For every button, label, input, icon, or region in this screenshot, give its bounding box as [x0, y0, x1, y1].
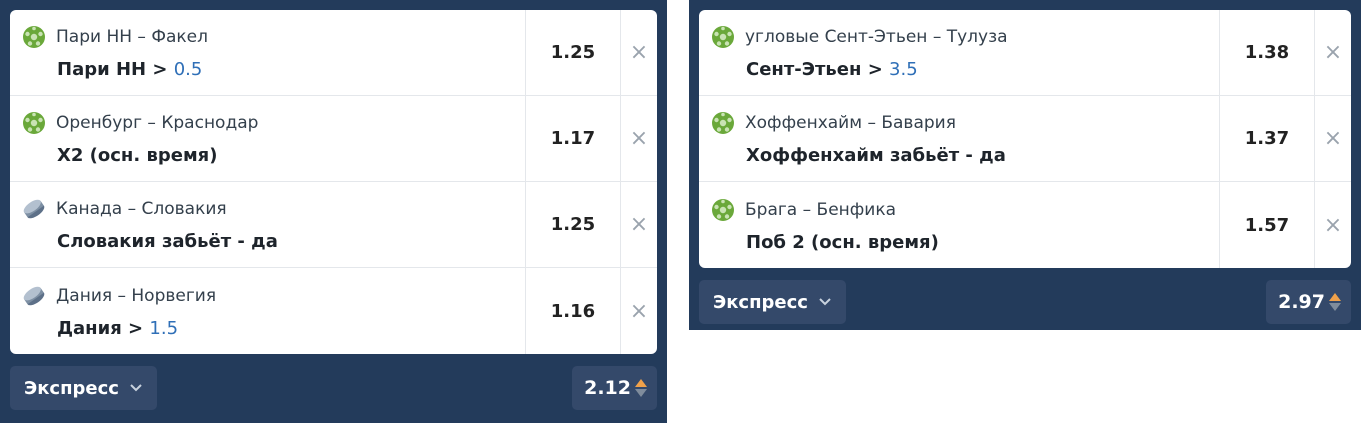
- outcome-value: 0.5: [173, 59, 203, 80]
- bet-outcome: Дания > 1.5: [57, 318, 525, 339]
- bet-match: Пари НН – Факел: [22, 25, 525, 49]
- bet-row: Оренбург – Краснодар Х2 (осн. время) 1.1…: [10, 96, 657, 182]
- close-icon: ×: [1323, 40, 1343, 65]
- bet-match: Брага – Бенфика: [711, 198, 1219, 222]
- soccer-ball-icon: [711, 111, 735, 135]
- odds-change-icon: [635, 379, 647, 397]
- bet-info: Брага – Бенфика Поб 2 (осн. время): [699, 182, 1219, 268]
- hockey-puck-icon: [22, 284, 46, 308]
- bet-match: угловые Сент-Этьен – Тулуза: [711, 25, 1219, 49]
- total-odds-box: 2.12: [572, 366, 657, 410]
- match-name: Канада – Словакия: [56, 199, 227, 219]
- close-icon: ×: [629, 40, 649, 65]
- match-name: Брага – Бенфика: [745, 199, 897, 220]
- remove-bet-button[interactable]: ×: [1314, 182, 1351, 268]
- bet-outcome: Сент-Этьен > 3.5: [746, 59, 1219, 80]
- bet-odd: 1.25: [525, 182, 620, 267]
- bet-info: Пари НН – Факел Пари НН > 0.5: [10, 10, 525, 95]
- match-name: Оренбург – Краснодар: [56, 113, 259, 133]
- bet-outcome: Х2 (осн. время): [57, 145, 525, 166]
- chevron-down-icon: [129, 383, 143, 393]
- bet-odd: 1.25: [525, 10, 620, 95]
- bet-outcome: Пари НН > 0.5: [57, 59, 525, 80]
- chevron-down-icon: [818, 297, 832, 307]
- bet-type-dropdown[interactable]: Экспресс: [10, 366, 157, 410]
- hockey-puck-icon: [22, 197, 46, 221]
- bet-row: угловые Сент-Этьен – Тулуза Сент-Этьен >…: [699, 10, 1351, 96]
- close-icon: ×: [629, 298, 649, 324]
- bet-match: Хоффенхайм – Бавария: [711, 111, 1219, 135]
- bet-row: Пари НН – Факел Пари НН > 0.5 1.25 ×: [10, 10, 657, 96]
- close-icon: ×: [1323, 212, 1343, 238]
- outcome-label: Словакия забьёт - да: [57, 231, 278, 252]
- match-name: Пари НН – Факел: [56, 27, 208, 47]
- bet-outcome: Поб 2 (осн. время): [746, 232, 1219, 253]
- bet-odd: 1.38: [1219, 10, 1314, 95]
- slip-footer: Экспресс 2.97: [699, 280, 1351, 324]
- close-icon: ×: [629, 126, 649, 151]
- match-name: Хоффенхайм – Бавария: [745, 113, 956, 133]
- soccer-ball-icon: [711, 198, 735, 222]
- bet-type-label: Экспресс: [24, 377, 119, 399]
- match-name: Дания – Норвегия: [56, 285, 217, 306]
- bet-info: Дания – Норвегия Дания > 1.5: [10, 268, 525, 354]
- total-odds: 2.97: [1278, 291, 1325, 313]
- bet-list: угловые Сент-Этьен – Тулуза Сент-Этьен >…: [699, 10, 1351, 268]
- bet-type-label: Экспресс: [713, 291, 808, 313]
- remove-bet-button[interactable]: ×: [620, 182, 657, 267]
- bet-odd: 1.37: [1219, 96, 1314, 181]
- total-odds-box: 2.97: [1266, 280, 1351, 324]
- bet-row: Хоффенхайм – Бавария Хоффенхайм забьёт -…: [699, 96, 1351, 182]
- bet-info: Хоффенхайм – Бавария Хоффенхайм забьёт -…: [699, 96, 1219, 181]
- match-name: угловые Сент-Этьен – Тулуза: [745, 27, 1008, 47]
- soccer-ball-icon: [22, 111, 46, 135]
- remove-bet-button[interactable]: ×: [620, 268, 657, 354]
- close-icon: ×: [1323, 126, 1343, 151]
- total-odds: 2.12: [584, 377, 631, 399]
- close-icon: ×: [629, 212, 649, 237]
- bet-outcome: Словакия забьёт - да: [57, 231, 525, 252]
- bet-row: Канада – Словакия Словакия забьёт - да 1…: [10, 182, 657, 268]
- bet-row: Дания – Норвегия Дания > 1.5 1.16 ×: [10, 268, 657, 354]
- bet-list: Пари НН – Факел Пари НН > 0.5 1.25 × Оре…: [10, 10, 657, 354]
- outcome-label: Поб 2 (осн. время): [746, 231, 939, 253]
- outcome-value: 3.5: [889, 59, 918, 80]
- bet-slip-left: Пари НН – Факел Пари НН > 0.5 1.25 × Оре…: [0, 0, 667, 423]
- bet-slip-right: угловые Сент-Этьен – Тулуза Сент-Этьен >…: [689, 0, 1361, 330]
- odds-change-icon: [1329, 293, 1341, 311]
- bet-type-dropdown[interactable]: Экспресс: [699, 280, 846, 324]
- bet-info: угловые Сент-Этьен – Тулуза Сент-Этьен >…: [699, 10, 1219, 95]
- slip-footer: Экспресс 2.12: [10, 366, 657, 410]
- outcome-label: Пари НН >: [57, 59, 174, 80]
- bet-row: Брага – Бенфика Поб 2 (осн. время) 1.57 …: [699, 182, 1351, 268]
- outcome-label: Дания >: [57, 317, 150, 339]
- bet-info: Канада – Словакия Словакия забьёт - да: [10, 182, 525, 267]
- bet-match: Оренбург – Краснодар: [22, 111, 525, 135]
- outcome-label: Хоффенхайм забьёт - да: [746, 145, 1006, 166]
- bet-odd: 1.57: [1219, 182, 1314, 268]
- outcome-label: Х2 (осн. время): [57, 145, 218, 166]
- soccer-ball-icon: [22, 25, 46, 49]
- outcome-label: Сент-Этьен >: [746, 59, 890, 80]
- bet-match: Дания – Норвегия: [22, 284, 525, 308]
- bet-info: Оренбург – Краснодар Х2 (осн. время): [10, 96, 525, 181]
- remove-bet-button[interactable]: ×: [620, 96, 657, 181]
- bet-outcome: Хоффенхайм забьёт - да: [746, 145, 1219, 166]
- outcome-value: 1.5: [149, 317, 179, 339]
- bet-match: Канада – Словакия: [22, 197, 525, 221]
- remove-bet-button[interactable]: ×: [1314, 96, 1351, 181]
- remove-bet-button[interactable]: ×: [1314, 10, 1351, 95]
- bet-odd: 1.17: [525, 96, 620, 181]
- bet-odd: 1.16: [525, 268, 620, 354]
- remove-bet-button[interactable]: ×: [620, 10, 657, 95]
- soccer-ball-icon: [711, 25, 735, 49]
